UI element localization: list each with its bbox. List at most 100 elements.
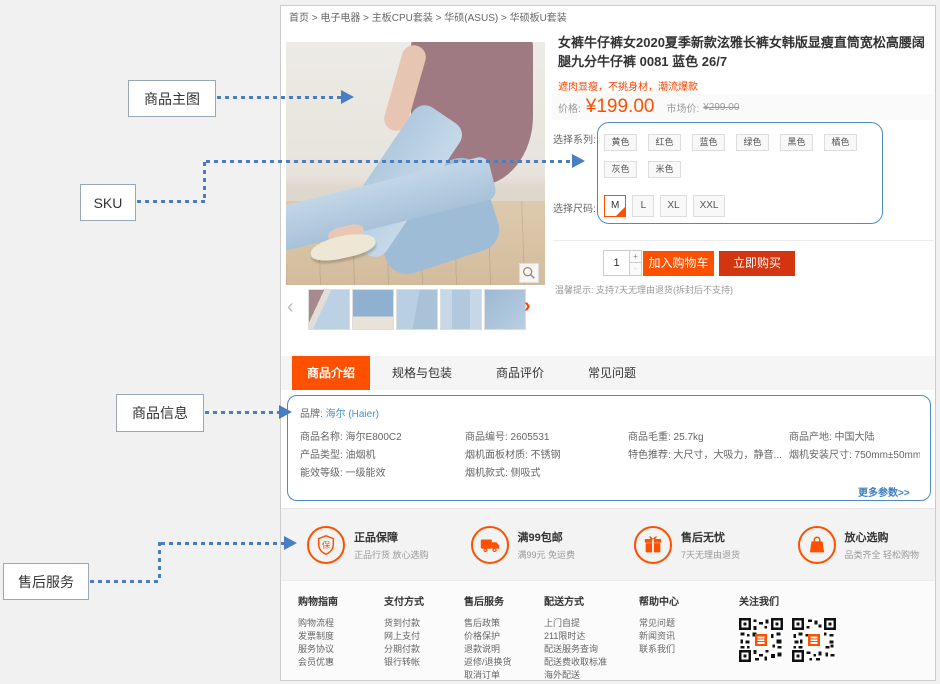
footer-link[interactable]: 211限时达: [544, 630, 639, 643]
thumbnail-strip: [308, 289, 526, 330]
service-desc: 品类齐全 轻松购物: [845, 548, 920, 561]
annotation-dotted-line: [205, 411, 279, 414]
service-item-after-sales: 售后无忧 7天无理由退货: [608, 509, 772, 580]
color-chip[interactable]: 红色: [648, 134, 681, 151]
product-thumbnail[interactable]: [440, 289, 482, 330]
annotation-arrow-icon: [572, 154, 585, 168]
product-promo-text: 遮肉显瘦，不挑身材，潮流爆款: [558, 78, 698, 93]
footer-link[interactable]: 货到付款: [384, 617, 464, 630]
footer-column-title: 配送方式: [544, 593, 639, 608]
qr-code-icon: [792, 618, 836, 662]
annotation-after-sales: 售后服务: [3, 563, 89, 600]
footer-column-title: 支付方式: [384, 593, 464, 608]
attribute-cell: 商品毛重: 25.7kg: [628, 431, 789, 444]
product-thumbnail[interactable]: [308, 289, 350, 330]
product-thumbnail[interactable]: [396, 289, 438, 330]
footer-column-payment: 支付方式 货到付款 网上支付 分期付款 银行转帐: [384, 581, 464, 680]
footer-link[interactable]: 配送服务查询: [544, 643, 639, 656]
product-thumbnail[interactable]: [352, 289, 394, 330]
annotation-dotted-line: [137, 200, 205, 203]
quantity-decrease-button[interactable]: -: [630, 263, 642, 276]
footer-column-title: 帮助中心: [639, 593, 739, 608]
tab-faq[interactable]: 常见问题: [566, 356, 658, 390]
product-attributes-grid: 商品名称: 海尔E800C2 商品编号: 2605531 商品毛重: 25.7k…: [300, 431, 920, 480]
color-chip[interactable]: 米色: [648, 161, 681, 178]
qr-code-icon: [739, 618, 783, 662]
service-item-free-shipping: 满99包邮 满99元 免运费: [445, 509, 609, 580]
attribute-cell: 能效等级: 一级能效: [300, 467, 465, 480]
page: 首页 > 电子电器 > 主板CPU套装 > 华硕(ASUS) > 华硕板U套装 …: [0, 0, 940, 684]
color-chip[interactable]: 蓝色: [692, 134, 725, 151]
product-thumbnail[interactable]: [484, 289, 526, 330]
quantity-stepper: + -: [603, 250, 642, 276]
attribute-cell: [789, 467, 920, 480]
footer-link[interactable]: 配送费收取标准: [544, 656, 639, 669]
size-chip[interactable]: XXL: [693, 195, 726, 217]
service-guarantee-bar: 保 正品保障 正品行货 放心选购 满99包邮 满99元 免运费 售后无忧 7天无…: [281, 508, 935, 580]
footer-column-title: 购物指南: [298, 593, 384, 608]
color-chip[interactable]: 灰色: [604, 161, 637, 178]
add-to-cart-button[interactable]: 加入购物车: [643, 251, 714, 276]
footer-link[interactable]: 海外配送: [544, 669, 639, 682]
brand-link[interactable]: 海尔 (Haier): [326, 409, 379, 420]
footer-link[interactable]: 服务协议: [298, 643, 384, 656]
footer-link[interactable]: 网上支付: [384, 630, 464, 643]
footer-link[interactable]: 发票制度: [298, 630, 384, 643]
annotation-main-image: 商品主图: [128, 80, 216, 117]
service-item-authentic: 保 正品保障 正品行货 放心选购: [281, 509, 445, 580]
attribute-cell: 烟机面板材质: 不锈钢: [465, 449, 628, 462]
size-chip[interactable]: L: [632, 195, 654, 217]
divider: [553, 240, 934, 241]
footer-link[interactable]: 会员优惠: [298, 656, 384, 669]
footer-column-help-center: 帮助中心 常见问题 新闻资讯 联系我们: [639, 581, 739, 680]
tab-spec-packaging[interactable]: 规格与包装: [370, 356, 474, 390]
footer-link[interactable]: 取消订单: [464, 669, 544, 682]
more-params-link[interactable]: 更多参数>>: [858, 484, 910, 499]
sku-series-label: 选择系列:: [553, 131, 596, 146]
annotation-dotted-line: [203, 162, 206, 202]
zoom-magnifier-icon[interactable]: [519, 263, 539, 283]
size-chip-selected[interactable]: M: [604, 195, 626, 217]
gallery-next-arrow[interactable]: ›: [524, 296, 531, 316]
service-item-easy-shopping: 放心选购 品类齐全 轻松购物: [772, 509, 936, 580]
footer-link[interactable]: 价格保护: [464, 630, 544, 643]
attribute-cell: 特色推荐: 大尺寸，大吸力，静音...: [628, 449, 789, 462]
product-main-image[interactable]: [286, 42, 545, 285]
footer-link[interactable]: 常见问题: [639, 617, 739, 630]
footer-link[interactable]: 分期付款: [384, 643, 464, 656]
buy-now-button[interactable]: 立即购买: [719, 251, 795, 276]
attribute-cell: 产品类型: 油烟机: [300, 449, 465, 462]
quantity-increase-button[interactable]: +: [630, 250, 642, 263]
bag-icon: [798, 526, 836, 564]
attribute-cell: 商品编号: 2605531: [465, 431, 628, 444]
annotation-arrow-icon: [284, 536, 297, 550]
tab-reviews[interactable]: 商品评价: [474, 356, 566, 390]
color-options-row-2: 灰色 米色: [604, 161, 681, 178]
size-chip[interactable]: XL: [660, 195, 686, 217]
footer-link[interactable]: 返修/退换货: [464, 656, 544, 669]
footer-link[interactable]: 售后政策: [464, 617, 544, 630]
quantity-input[interactable]: [603, 250, 630, 276]
footer-link[interactable]: 联系我们: [639, 643, 739, 656]
attribute-cell: [628, 467, 789, 480]
service-desc: 满99元 免运费: [518, 548, 576, 561]
footer-link[interactable]: 银行转帐: [384, 656, 464, 669]
footer-column-shopping-guide: 购物指南 购物流程 发票制度 服务协议 会员优惠: [298, 581, 384, 680]
color-chip[interactable]: 绿色: [736, 134, 769, 151]
breadcrumb[interactable]: 首页 > 电子电器 > 主板CPU套装 > 华硕(ASUS) > 华硕板U套装: [289, 9, 567, 24]
footer-link[interactable]: 上门自提: [544, 617, 639, 630]
tab-product-intro[interactable]: 商品介绍: [292, 356, 370, 390]
service-desc: 正品行货 放心选购: [354, 548, 429, 561]
color-chip[interactable]: 黄色: [604, 134, 637, 151]
color-chip[interactable]: 黑色: [780, 134, 813, 151]
footer-column-delivery: 配送方式 上门自提 211限时达 配送服务查询 配送费收取标准 海外配送: [544, 581, 639, 680]
footer-column-title: 售后服务: [464, 593, 544, 608]
gift-icon: [634, 526, 672, 564]
footer-link[interactable]: 购物流程: [298, 617, 384, 630]
footer-link[interactable]: 退款说明: [464, 643, 544, 656]
annotation-dotted-line: [158, 542, 161, 582]
gallery-prev-arrow[interactable]: ‹: [287, 297, 294, 317]
color-chip[interactable]: 橘色: [824, 134, 857, 151]
footer-link[interactable]: 新闻资讯: [639, 630, 739, 643]
market-price-value: ¥299.00: [703, 102, 739, 113]
